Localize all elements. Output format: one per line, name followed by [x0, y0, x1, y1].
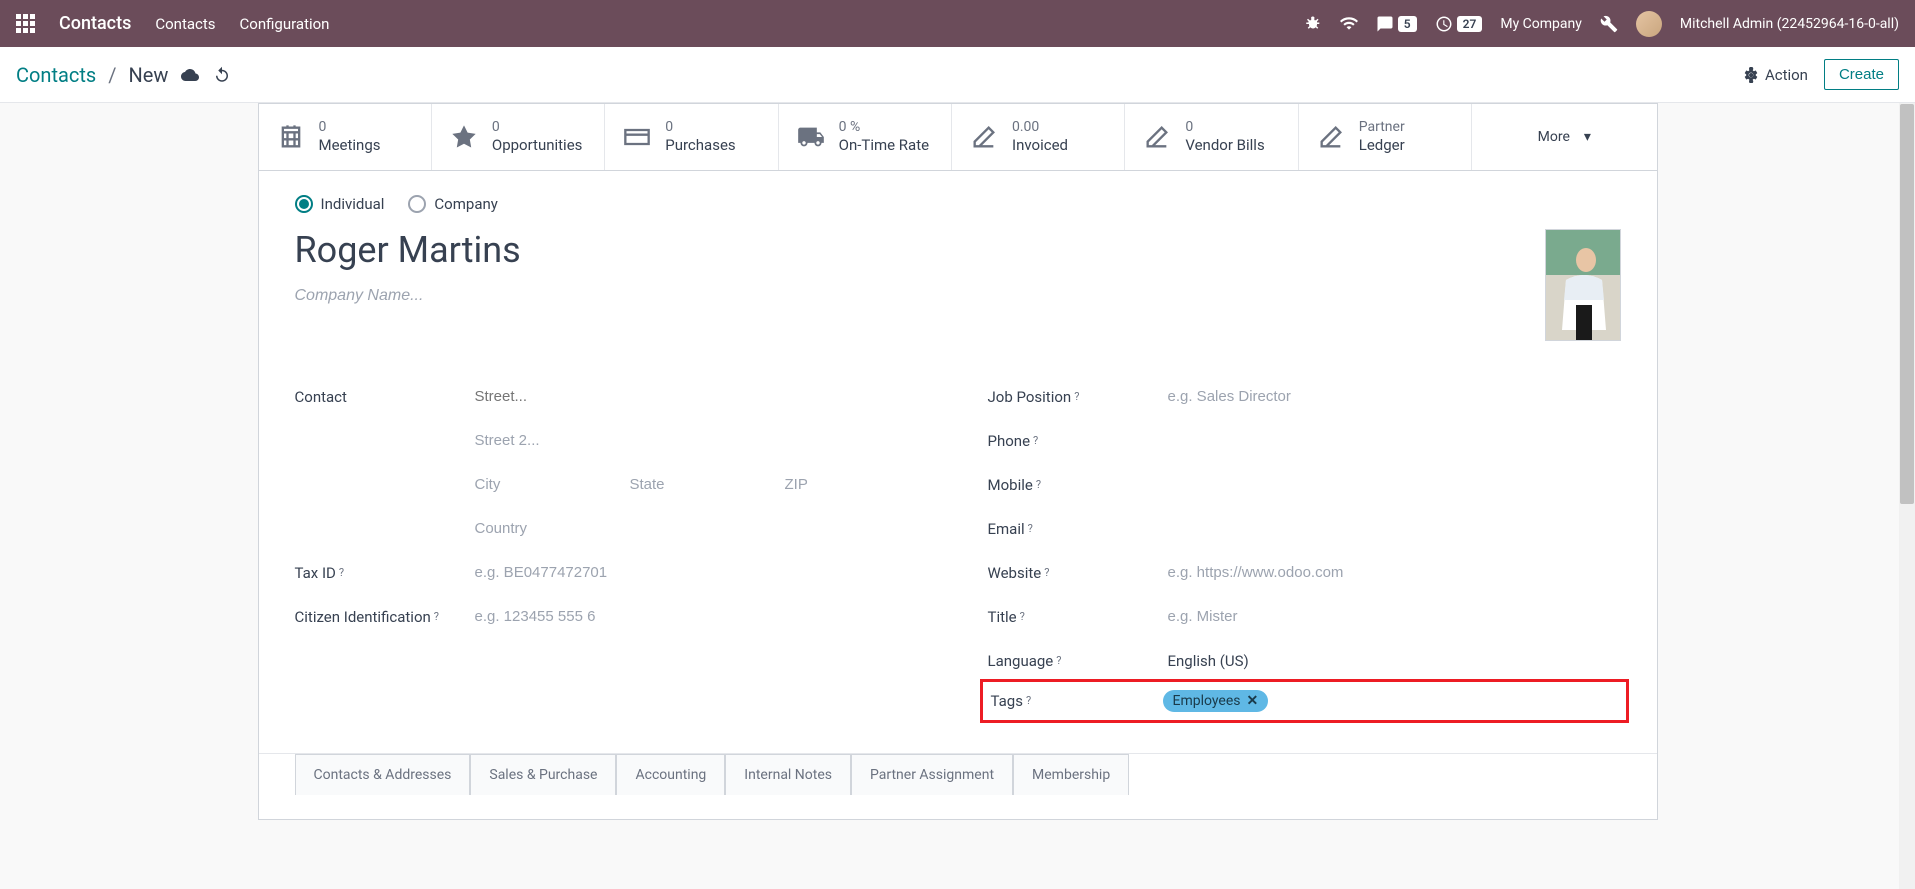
truck-icon: [797, 123, 825, 151]
tab-internal-notes[interactable]: Internal Notes: [725, 754, 851, 795]
edit-icon: [1317, 123, 1345, 151]
street2-input[interactable]: [475, 432, 928, 449]
stat-meetings[interactable]: 0Meetings: [259, 104, 432, 170]
avatar[interactable]: [1636, 11, 1662, 37]
tab-partner-assignment[interactable]: Partner Assignment: [851, 754, 1013, 795]
radio-individual[interactable]: Individual: [295, 195, 385, 213]
phone-input[interactable]: [1168, 432, 1621, 449]
stats-bar: 0Meetings 0Opportunities 0Purchases 0 %O…: [258, 103, 1658, 171]
nav-link-configuration[interactable]: Configuration: [240, 15, 330, 33]
language-value[interactable]: English (US): [1168, 652, 1621, 670]
tab-membership[interactable]: Membership: [1013, 754, 1129, 795]
chevron-down-icon: ▾: [1584, 129, 1591, 145]
wifi-icon[interactable]: [1340, 15, 1358, 33]
stat-vendor-bills[interactable]: 0Vendor Bills: [1125, 104, 1298, 170]
stat-partner-ledger[interactable]: PartnerLedger: [1299, 104, 1472, 170]
star-icon: [450, 123, 478, 151]
label-phone: Phone?: [988, 432, 1168, 450]
chat-badge: 5: [1398, 16, 1417, 32]
label-mobile: Mobile?: [988, 476, 1168, 494]
state-input[interactable]: [630, 476, 773, 493]
stat-purchases[interactable]: 0Purchases: [605, 104, 778, 170]
tab-contacts-addresses[interactable]: Contacts & Addresses: [295, 754, 471, 795]
tags-row-highlight: Tags? Employees ✕: [980, 679, 1629, 723]
username[interactable]: Mitchell Admin (22452964-16-0-all): [1680, 16, 1899, 32]
chat-notifications[interactable]: 5: [1376, 15, 1417, 33]
country-input[interactable]: [475, 520, 928, 537]
title-input[interactable]: [1168, 608, 1621, 625]
label-website: Website?: [988, 564, 1168, 582]
tab-accounting[interactable]: Accounting: [616, 754, 725, 795]
label-language: Language?: [988, 652, 1168, 670]
tag-remove-icon[interactable]: ✕: [1247, 693, 1259, 709]
form-body: Individual Company Roger Martins: [258, 171, 1658, 820]
company-name[interactable]: My Company: [1500, 16, 1582, 32]
tag-employees[interactable]: Employees ✕: [1163, 690, 1269, 712]
create-button[interactable]: Create: [1824, 59, 1899, 90]
breadcrumb-current: New: [129, 63, 169, 87]
mobile-input[interactable]: [1168, 476, 1621, 493]
radio-company[interactable]: Company: [408, 195, 497, 213]
edit-icon: [970, 123, 998, 151]
breadcrumb-root[interactable]: Contacts: [16, 63, 96, 87]
contact-photo[interactable]: [1545, 229, 1621, 341]
tax-input[interactable]: [475, 564, 928, 581]
tab-sales-purchase[interactable]: Sales & Purchase: [470, 754, 616, 795]
stat-opportunities[interactable]: 0Opportunities: [432, 104, 605, 170]
stat-invoiced[interactable]: 0.00Invoiced: [952, 104, 1125, 170]
action-button[interactable]: Action: [1743, 66, 1808, 84]
stat-ontime[interactable]: 0 %On-Time Rate: [779, 104, 952, 170]
zip-input[interactable]: [785, 476, 928, 493]
job-input[interactable]: [1168, 388, 1621, 405]
label-job: Job Position?: [988, 388, 1168, 406]
breadcrumb-sep: /: [108, 63, 116, 87]
clock-notifications[interactable]: 27: [1435, 15, 1483, 33]
credit-card-icon: [623, 123, 651, 151]
scrollbar[interactable]: [1899, 103, 1915, 889]
nav-title[interactable]: Contacts: [59, 13, 131, 34]
label-email: Email?: [988, 520, 1168, 538]
label-title: Title?: [988, 608, 1168, 626]
label-tags: Tags?: [983, 692, 1163, 710]
clock-icon: [1435, 15, 1453, 33]
label-citizen: Citizen Identification?: [295, 608, 475, 626]
label-tax: Tax ID?: [295, 564, 475, 582]
nav-link-contacts[interactable]: Contacts: [155, 15, 215, 33]
apps-icon[interactable]: [16, 14, 35, 33]
bug-icon[interactable]: [1304, 15, 1322, 33]
contact-name[interactable]: Roger Martins: [295, 229, 1545, 271]
breadcrumb-bar: Contacts / New Action Create: [0, 47, 1915, 103]
company-name-input[interactable]: [295, 287, 1545, 305]
undo-icon[interactable]: [212, 66, 232, 84]
website-input[interactable]: [1168, 564, 1621, 581]
top-nav: Contacts Contacts Configuration 5 27 My …: [0, 0, 1915, 47]
city-input[interactable]: [475, 476, 618, 493]
tools-icon[interactable]: [1600, 15, 1618, 33]
email-input[interactable]: [1168, 520, 1621, 537]
clock-badge: 27: [1457, 16, 1483, 32]
street-input[interactable]: [475, 388, 928, 405]
citizen-input[interactable]: [475, 608, 928, 625]
chat-icon: [1376, 15, 1394, 33]
label-contact: Contact: [295, 388, 475, 406]
tabs-row: Contacts & Addresses Sales & Purchase Ac…: [259, 753, 1657, 795]
cloud-icon[interactable]: [180, 66, 200, 84]
scrollbar-thumb[interactable]: [1900, 104, 1914, 504]
calendar-icon: [277, 123, 305, 151]
edit-icon: [1143, 123, 1171, 151]
stat-more[interactable]: More ▾: [1472, 104, 1656, 170]
